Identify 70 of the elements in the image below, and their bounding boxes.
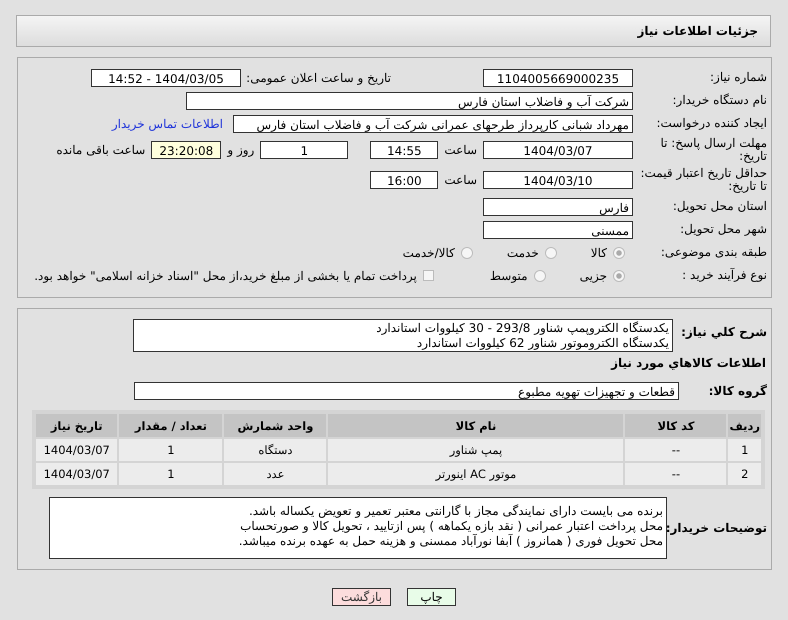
goods-group-field: قطعات و تجهیزات تهویه مطبوع <box>134 382 679 400</box>
column-header: کد کالا <box>625 414 726 437</box>
need-number-field: 1104005669000235 <box>483 68 633 86</box>
notes-line: محل پرداخت اعتبار عمرانی ( نقد بازه یکماهه ) پس ازتایید ، تحویل کالا و صورتحساب <box>239 519 663 534</box>
table-cell: عدد <box>224 463 326 485</box>
column-header: واحد شمارش <box>224 414 326 437</box>
radio-label: خدمت <box>506 246 539 260</box>
field-label: شهر محل تحویل: <box>679 223 768 236</box>
radio-button[interactable] <box>613 246 625 258</box>
table-cell: 1 <box>119 439 222 461</box>
days-label: روز و <box>227 143 254 157</box>
print-button[interactable]: چاپ <box>407 588 456 606</box>
table-cell: 2 <box>728 463 761 485</box>
checkbox-label: پرداخت تمام یا بخشی از مبلغ خرید،از محل "اسناد خزانه اسلامی" خواهد بود. <box>34 268 417 282</box>
table-cell: 1404/03/07 <box>36 463 118 485</box>
radio-button[interactable] <box>534 270 546 282</box>
field-label: طبقه بندی موضوعی: <box>660 246 768 259</box>
time-field: 16:00 <box>370 171 438 189</box>
radio-button[interactable] <box>460 246 473 258</box>
remaining-label: ساعت باقی مانده <box>56 143 146 157</box>
time-label: ساعت <box>444 143 477 157</box>
date-field: 1404/03/07 <box>483 141 633 159</box>
table-cell: -- <box>625 463 726 485</box>
province-field: فارس <box>483 198 633 216</box>
column-header: ردیف <box>728 414 761 437</box>
creator-field: مهرداد شبانی کارپرداز طرحهای عمرانی شرکت آب و فاضلاب استان فارس <box>233 114 633 132</box>
column-header: نام کالا <box>328 414 624 437</box>
checkbox[interactable] <box>422 270 434 281</box>
radio-button[interactable] <box>613 270 625 282</box>
remaining-time-field: 23:20:08 <box>151 141 222 159</box>
table-cell: 1 <box>728 439 761 461</box>
radio-label: کالا <box>590 246 607 260</box>
field-label: گروه کالا: <box>708 384 768 398</box>
notes-line: محل تحویل فوری ( همانروز ) آبفا نورآباد ممسنی و هزینه حمل به عهده برنده میباشد. <box>238 534 663 549</box>
table-cell: -- <box>625 439 726 461</box>
field-label: نام دستگاه خریدار: <box>672 94 768 107</box>
field-label: ایجاد کننده درخواست: <box>655 117 768 130</box>
field-label: تاریخ و ساعت اعلان عمومی: <box>245 70 391 84</box>
announce-date-field: 1404/03/05 - 14:52 <box>91 68 241 86</box>
radio-label: متوسط <box>490 268 528 282</box>
field-label: شماره نیاز: <box>709 71 768 84</box>
field-label: شرح کلي نياز: <box>680 325 768 339</box>
column-header: تاریخ نیاز <box>36 414 118 437</box>
table-cell: موتور AC اینورتر <box>328 463 624 485</box>
description-line: یکدستگاه الکتروپمپ شناور 293/8 - 30 کیلووات استاندارد <box>375 321 669 336</box>
table-cell: 1 <box>119 463 222 485</box>
city-field: ممسنی <box>483 220 633 238</box>
table-cell: دستگاه <box>224 439 326 461</box>
back-button[interactable]: بازگشت <box>332 588 391 606</box>
field-label: مهلت ارسال پاسخ: تا تاریخ: <box>659 137 768 163</box>
notes-line: برنده می بایست دارای نمایندگی مجاز با گارانتی معتبر تعمیر و تعویض یکساله باشد. <box>248 504 663 519</box>
table-cell: پمپ شناور <box>328 439 624 461</box>
radio-label: کالا/خدمت <box>402 246 455 260</box>
field-label: نوع فرآیند خرید : <box>681 269 768 282</box>
time-field: 14:55 <box>370 141 438 159</box>
field-label: توضیحات خریدار: <box>667 521 768 535</box>
radio-button[interactable] <box>544 246 557 258</box>
field-label: استان محل تحویل: <box>672 200 768 213</box>
radio-label: جزیی <box>580 268 607 282</box>
page-title: جزئیات اطلاعات نیاز <box>637 24 758 38</box>
date-field: 1404/03/10 <box>483 171 633 189</box>
field-label: حداقل تاریخ اعتبار قیمت: تا تاریخ: <box>639 167 768 193</box>
days-field: 1 <box>260 141 348 159</box>
column-header: تعداد / مقدار <box>119 414 222 437</box>
buyer-contact-link[interactable]: اطلاعات تماس خریدار <box>112 116 223 130</box>
section-heading: اطلاعات كالاهاي مورد نياز <box>610 356 767 370</box>
table-cell: 1404/03/07 <box>36 439 118 461</box>
time-label: ساعت <box>444 173 477 187</box>
buyer-field: شرکت آب و فاضلاب استان فارس <box>186 92 633 110</box>
description-line: یکدستگاه الکتروموتور شناور 62 کیلووات استاندارد <box>416 336 669 351</box>
